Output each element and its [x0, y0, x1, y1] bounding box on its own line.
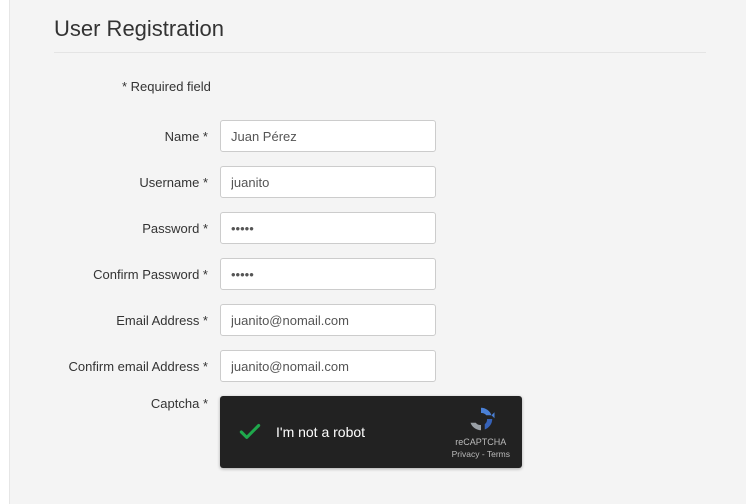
- label-captcha: Captcha *: [54, 396, 220, 411]
- name-field[interactable]: [220, 120, 436, 152]
- confirm-password-field[interactable]: [220, 258, 436, 290]
- row-name: Name *: [54, 120, 706, 152]
- label-name: Name *: [54, 129, 220, 144]
- row-password: Password *: [54, 212, 706, 244]
- row-confirm-password: Confirm Password *: [54, 258, 706, 290]
- row-confirm-email: Confirm email Address *: [54, 350, 706, 382]
- email-field[interactable]: [220, 304, 436, 336]
- registration-form: User Registration * Required field Name …: [0, 0, 746, 468]
- row-captcha: Captcha * I'm not a robot reCAPTCHA: [54, 396, 706, 468]
- row-username: Username *: [54, 166, 706, 198]
- password-field[interactable]: [220, 212, 436, 244]
- label-email: Email Address *: [54, 313, 220, 328]
- left-rail: [0, 0, 10, 504]
- recaptcha-label: I'm not a robot: [276, 424, 452, 440]
- row-email: Email Address *: [54, 304, 706, 336]
- recaptcha-widget[interactable]: I'm not a robot reCAPTCHA Privacy - Term…: [220, 396, 522, 468]
- checkmark-icon: [236, 418, 264, 446]
- recaptcha-icon: [466, 404, 496, 434]
- label-confirm-email: Confirm email Address *: [54, 359, 220, 374]
- recaptcha-links[interactable]: Privacy - Terms: [452, 449, 510, 460]
- confirm-email-field[interactable]: [220, 350, 436, 382]
- title-divider: [54, 52, 706, 53]
- recaptcha-brand-text: reCAPTCHA: [455, 437, 506, 449]
- label-confirm-password: Confirm Password *: [54, 267, 220, 282]
- label-password: Password *: [54, 221, 220, 236]
- required-field-note: * Required field: [122, 79, 706, 94]
- recaptcha-branding: reCAPTCHA Privacy - Terms: [452, 404, 510, 460]
- page-title: User Registration: [54, 16, 706, 42]
- label-username: Username *: [54, 175, 220, 190]
- username-field[interactable]: [220, 166, 436, 198]
